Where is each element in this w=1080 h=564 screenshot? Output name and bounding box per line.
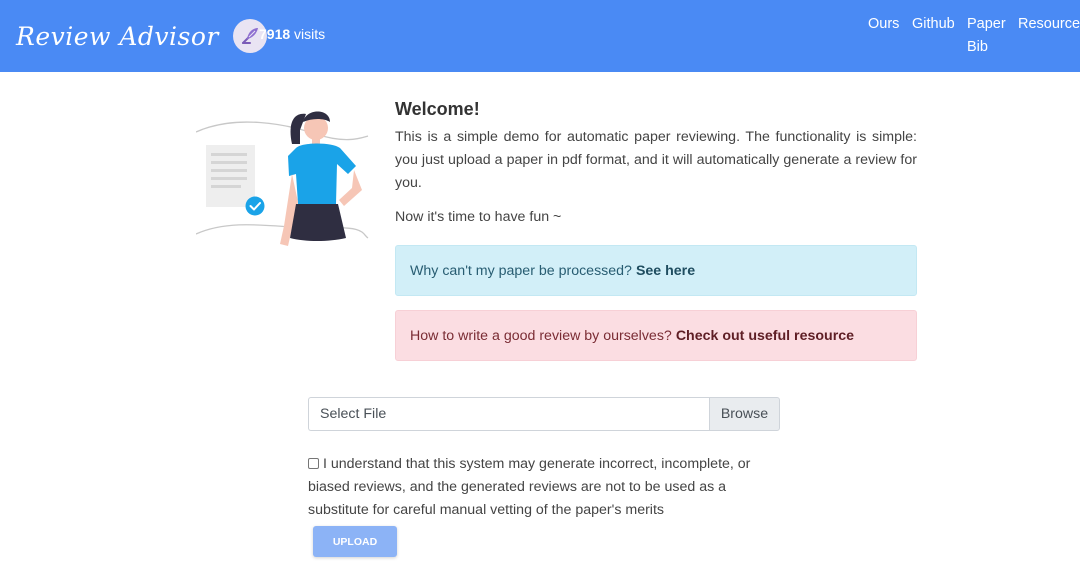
consent-block: I understand that this system may genera… [308,453,778,522]
file-select-field[interactable]: Select File [308,397,709,431]
info-alert: Why can't my paper be processed? See her… [395,245,917,296]
welcome-description: This is a simple demo for automatic pape… [395,129,917,191]
file-input-group: Select File Browse [308,397,780,431]
info-alert-text: Why can't my paper be processed? [410,262,632,279]
visit-counter: 7918 visits [259,26,325,42]
consent-checkbox[interactable] [308,458,319,469]
nav-paper[interactable]: Paper [967,16,1006,32]
upload-button[interactable]: UPLOAD [313,526,397,557]
fun-line: Now it's time to have fun ~ [395,209,562,225]
browse-button[interactable]: Browse [709,397,780,431]
resource-alert-text: How to write a good review by ourselves? [410,327,672,344]
nav-ours[interactable]: Ours [868,16,899,32]
resource-alert: How to write a good review by ourselves?… [395,310,917,361]
top-navbar: Review Advisor 7918 visits Ours Github P… [0,0,1080,72]
consent-text: I understand that this system may genera… [308,456,751,518]
nav-github[interactable]: Github [912,16,955,32]
nav-resource[interactable]: Resource [1018,16,1080,32]
brand[interactable]: Review Advisor [16,14,267,58]
hero-illustration [195,104,370,254]
useful-resource-link[interactable]: Check out useful resource [676,328,854,344]
nav-bib[interactable]: Bib [967,39,988,55]
welcome-heading: Welcome! [395,99,480,119]
visit-count: 7918 [259,26,291,42]
see-here-link[interactable]: See here [636,263,695,279]
visit-label: visits [294,26,326,42]
brand-title: Review Advisor [16,21,219,51]
checkmark-badge-icon [245,196,265,216]
